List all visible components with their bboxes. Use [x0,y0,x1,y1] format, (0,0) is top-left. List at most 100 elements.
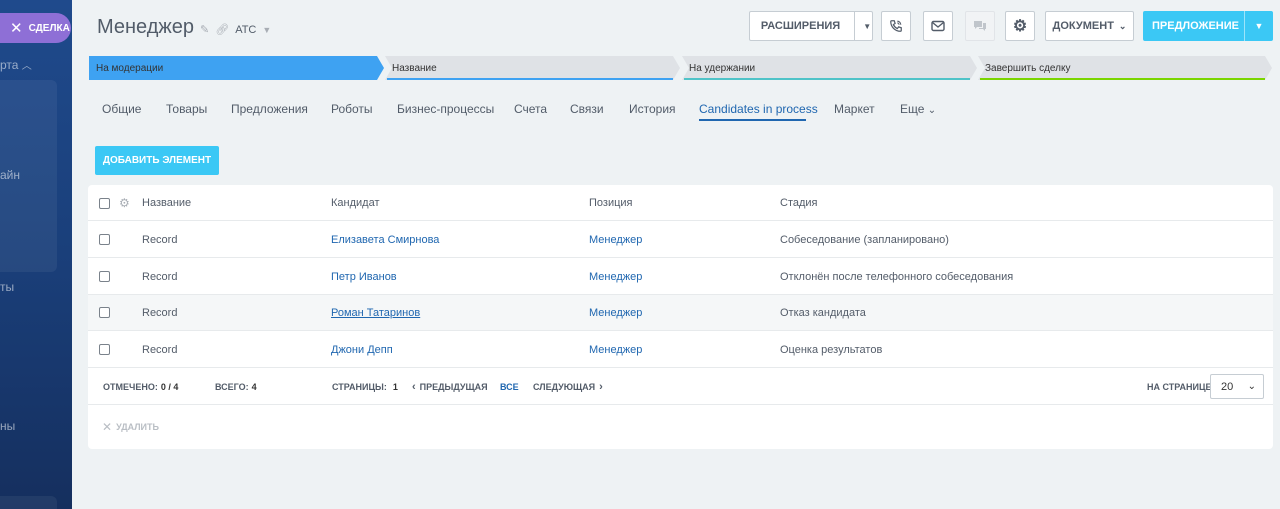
candidate-link[interactable]: Петр Иванов [331,259,397,295]
chevron-down-icon: ⌄ [1247,381,1256,392]
page-title-text: Менеджер [97,16,195,38]
drag-handle-icon[interactable] [120,332,131,368]
chevron-down-icon: ⌄ [927,105,937,116]
record-name[interactable]: Record [142,259,177,295]
caret-down-icon[interactable]: ▼ [863,22,871,31]
position-link[interactable]: Менеджер [589,332,642,368]
stage-value: Отказ кандидата [780,307,866,319]
close-icon[interactable]: ✕ [10,21,23,36]
table-row[interactable]: Record Елизавета Смирнова Менеджер Собес… [88,222,1273,258]
tab-business-processes[interactable]: Бизнес-процессы [397,102,494,116]
prev-page-link[interactable]: ‹ ПРЕДЫДУЩАЯ [412,368,488,405]
all-pages-link[interactable]: ВСЕ [500,368,519,405]
tab-more[interactable]: Еще ⌄ [900,102,936,116]
close-deal-pill[interactable]: ✕ СДЕЛКА [0,13,71,43]
sidebar-fragment[interactable]: ны [0,419,15,433]
tab-invoices[interactable]: Счета [514,102,547,116]
tab-history[interactable]: История [629,102,676,116]
candidate-link[interactable]: Джони Депп [331,332,393,368]
delete-action[interactable]: ✕ УДАЛИТЬ [102,420,159,434]
drag-handle-icon[interactable] [120,295,131,331]
record-name[interactable]: Record [142,222,177,258]
column-header[interactable]: Стадия [780,185,818,221]
marked-count: ОТМЕЧЕНО: 0 / 4 [103,381,179,392]
mail-button[interactable] [923,11,953,41]
pages-info: СТРАНИЦЫ: 1 [332,381,398,392]
tab-products[interactable]: Товары [166,102,207,116]
next-page-link[interactable]: СЛЕДУЮЩАЯ › [533,368,603,405]
extensions-button[interactable]: РАСШИРЕНИЯ ▼ [749,11,873,41]
tab-proposals[interactable]: Предложения [231,102,308,116]
stage-on-hold[interactable]: На удержании [682,56,978,80]
sidebar-fragment[interactable]: ты [0,280,14,294]
table-row[interactable]: Record Роман Татаринов Менеджер Отказ ка… [88,295,1273,331]
position-link[interactable]: Менеджер [589,222,642,258]
divider [854,12,856,40]
left-sidebar: ✕ СДЕЛКА рта ︿ айн ты ны [0,0,72,509]
phone-button[interactable] [881,11,911,41]
phone-icon [890,20,902,32]
position-link[interactable]: Менеджер [589,259,642,295]
stage-value: Оценка результатов [780,344,883,356]
stage-label: На модерации [96,62,164,74]
add-element-button[interactable]: ДОБАВИТЬ ЭЛЕМЕНТ [95,146,219,175]
select-all-checkbox[interactable] [99,198,110,209]
row-checkbox[interactable] [99,234,110,245]
candidate-link[interactable]: Елизавета Смирнова [331,222,439,258]
stage-value: Отклонён после телефонного собеседования [780,271,1014,283]
caret-down-icon[interactable]: ▼ [1245,21,1273,31]
table-header: ⚙ Название Кандидат Позиция Стадия [88,185,1273,221]
sidebar-fragment[interactable]: айн [0,168,20,182]
gear-icon: ⚙ [1012,18,1028,35]
gear-icon[interactable]: ⚙ [119,185,130,221]
grid-footer: ОТМЕЧЕНО: 0 / 4 ВСЕГО: 4 СТРАНИЦЫ: 1 ‹ ПРЕДЫ… [88,368,1273,405]
sidebar-fragment[interactable]: рта ︿ [0,57,32,72]
stage-name[interactable]: Название [385,56,681,80]
drag-handle-icon[interactable] [120,259,131,295]
sidebar-panel [0,496,57,509]
stage-label: Название [392,62,437,74]
row-checkbox[interactable] [99,344,110,355]
chat-icon [974,21,986,31]
tab-market[interactable]: Маркет [834,102,875,116]
page-title: Менеджер ✎ 🔗︎ АТС ▼ [97,16,271,39]
stage-value: Собеседование (запланировано) [780,234,949,246]
column-header[interactable]: Название [142,185,191,221]
mail-icon [931,20,945,32]
tab-links[interactable]: Связи [570,102,604,116]
chevron-up-icon: ︿ [21,61,32,72]
tab-general[interactable]: Общие [102,102,141,116]
stage-finish-deal[interactable]: Завершить сделку [978,56,1273,80]
candidates-grid: ⚙ Название Кандидат Позиция Стадия Recor… [88,185,1273,449]
total-count: ВСЕГО: 4 [215,381,257,392]
per-page-select[interactable]: 20 ⌄ [1210,374,1264,399]
settings-button[interactable]: ⚙ [1005,11,1035,41]
chat-button[interactable] [965,11,995,41]
table-row[interactable]: Record Петр Иванов Менеджер Отклонён пос… [88,259,1273,295]
active-tab-underline [699,119,806,121]
chevron-left-icon: ‹ [412,380,416,393]
document-button[interactable]: ДОКУМЕНТ ⌄ [1045,11,1134,41]
per-page-label: НА СТРАНИЦЕ: [1147,381,1215,392]
tab-candidates-in-process[interactable]: Candidates in process [699,102,818,116]
pencil-icon[interactable]: ✎ [200,23,209,36]
row-checkbox[interactable] [99,271,110,282]
tab-robots[interactable]: Роботы [331,102,373,116]
page-subtitle[interactable]: АТС [235,24,256,36]
stage-label: Завершить сделку [985,62,1071,74]
record-name[interactable]: Record [142,332,177,368]
position-link[interactable]: Менеджер [589,295,642,331]
record-name[interactable]: Record [142,295,177,331]
link-icon[interactable]: 🔗︎ [215,23,229,36]
chevron-right-icon: › [599,380,603,393]
proposal-button[interactable]: ПРЕДЛОЖЕНИЕ ▼ [1143,11,1273,41]
column-header[interactable]: Кандидат [331,185,380,221]
stage-on-moderation[interactable]: На модерации [89,56,385,80]
chevron-down-icon: ⌄ [1118,20,1127,31]
chevron-down-icon[interactable]: ▼ [262,25,271,35]
drag-handle-icon[interactable] [120,222,131,258]
column-header[interactable]: Позиция [589,185,633,221]
candidate-link[interactable]: Роман Татаринов [331,295,420,331]
table-row[interactable]: Record Джони Депп Менеджер Оценка резуль… [88,332,1273,368]
row-checkbox[interactable] [99,307,110,318]
